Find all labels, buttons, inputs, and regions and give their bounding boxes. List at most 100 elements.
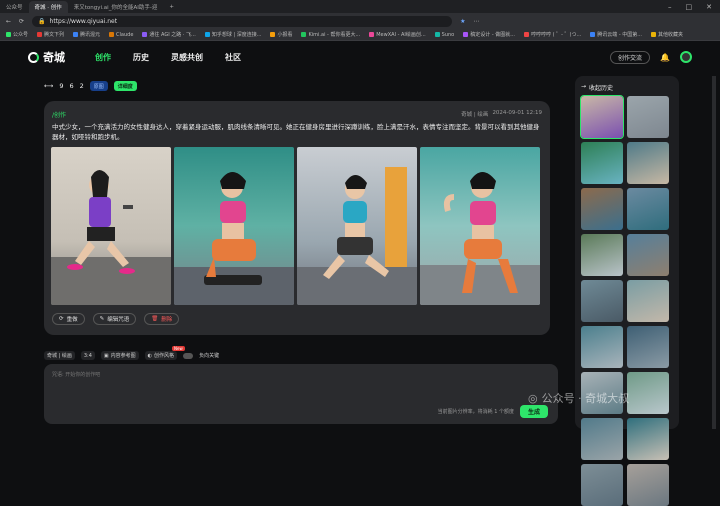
- history-thumbnail[interactable]: [627, 142, 669, 184]
- prompt-input-placeholder: 咒语: 开始你的创作吧: [52, 372, 101, 378]
- nav-create[interactable]: 创作: [95, 52, 111, 63]
- avatar[interactable]: [680, 51, 692, 63]
- generated-image-3[interactable]: [297, 147, 417, 305]
- prompt-text: 中式少女，一个充满活力的女性健身达人，穿着紧身运动服，肌肉线条清晰可见。她正在健…: [52, 123, 540, 141]
- history-thumbnail[interactable]: [581, 418, 623, 460]
- new-tab-button[interactable]: +: [163, 1, 180, 13]
- delete-button[interactable]: 🗑 删除: [144, 313, 180, 325]
- lock-icon: 🔒: [38, 17, 46, 25]
- content-reference-chip[interactable]: ▣ 内容参考图: [100, 351, 139, 360]
- history-thumbnail[interactable]: [581, 188, 623, 230]
- back-icon[interactable]: ←: [6, 18, 11, 25]
- history-thumbnail[interactable]: [627, 372, 669, 414]
- history-thumbnail[interactable]: [627, 96, 669, 138]
- browser-tab-3[interactable]: 来又tongyi.ai_你的全能AI助手-迎: [68, 1, 164, 13]
- bookmark-item[interactable]: 哼哼哼哼 ( ゜- ゜)つ...: [524, 31, 581, 38]
- tab-1-label: 公众号: [6, 4, 23, 11]
- history-thumbnail[interactable]: [627, 418, 669, 460]
- page-scrollbar[interactable]: [712, 76, 716, 429]
- bookmark-label: 其他收藏夹: [658, 32, 684, 38]
- history-thumbnail[interactable]: [581, 464, 623, 506]
- bookmark-item[interactable]: 通往 AGI 之路 · 飞...: [142, 31, 196, 38]
- nav-inspiration[interactable]: 灵感共创: [171, 52, 203, 63]
- bell-icon[interactable]: 🔔: [660, 53, 670, 62]
- card-actions: ⟳ 重做 ✎ 编辑咒语 🗑 删除: [52, 313, 180, 325]
- result-card: /创作 奇城 | 绘画 2024-09-01 12:19 中式少女，一个充满活力…: [44, 101, 550, 335]
- history-thumbnail[interactable]: [627, 188, 669, 230]
- bookmark-item[interactable]: 腾文下列: [37, 31, 64, 38]
- bookmark-favicon-icon: [270, 32, 276, 37]
- maximize-icon[interactable]: □: [686, 3, 693, 11]
- generate-button[interactable]: 生成: [520, 405, 548, 418]
- bookmark-favicon-icon: [369, 32, 375, 37]
- nav-history[interactable]: 历史: [133, 52, 149, 63]
- redo-button[interactable]: ⟳ 重做: [52, 313, 85, 325]
- history-thumbnail[interactable]: [627, 280, 669, 322]
- history-thumbnail[interactable]: [581, 234, 623, 276]
- history-thumbnail[interactable]: [581, 280, 623, 322]
- tag-original[interactable]: 原图: [89, 81, 108, 91]
- bookmark-item[interactable]: Kimi.ai - 帮你看更大...: [301, 31, 360, 38]
- prompt-composer[interactable]: 咒语: 开始你的创作吧 当前图片分辨率，将消耗 1 个额度 生成: [44, 364, 558, 424]
- extensions-icon[interactable]: ⋯: [473, 18, 479, 25]
- generated-image-2[interactable]: [174, 147, 294, 305]
- expand-icon[interactable]: ⟷: [44, 82, 53, 90]
- bookmark-item[interactable]: 腾讯混元: [73, 31, 100, 38]
- refresh-icon[interactable]: ⟳: [19, 18, 24, 25]
- cost-hint: 当前图片分辨率，将消耗 1 个额度: [437, 409, 514, 415]
- site-logo[interactable]: 奇城: [28, 49, 65, 65]
- history-thumbnail[interactable]: [627, 234, 669, 276]
- generated-image-4[interactable]: [420, 147, 540, 305]
- star-icon[interactable]: ★: [460, 18, 465, 25]
- arrow-right-icon: →: [581, 83, 587, 90]
- ratio-selector[interactable]: 3:4: [80, 351, 95, 360]
- edit-prompt-label: 编辑咒语: [107, 317, 130, 323]
- bookmark-label: 腾讯云端 - 中国第...: [597, 32, 643, 38]
- bookmark-item[interactable]: 小报看: [270, 31, 292, 38]
- negative-toggle[interactable]: [183, 352, 194, 359]
- bookmark-item[interactable]: 稿定设计 - 做图就...: [463, 31, 515, 38]
- figure-4-art: [420, 172, 540, 305]
- history-title-label: 收起历史: [589, 85, 614, 92]
- nav-community[interactable]: 社区: [225, 52, 241, 63]
- tag-detail[interactable]: 详细度: [113, 81, 137, 91]
- bookmark-label: 通往 AGI 之路 · 飞...: [149, 32, 196, 38]
- header-actions: 创作交流 🔔: [610, 50, 692, 64]
- bookmark-favicon-icon: [524, 32, 530, 37]
- model-selector[interactable]: 奇城 | 绘画: [44, 351, 75, 360]
- browser-tab-2[interactable]: 奇城 · 创作: [28, 0, 68, 13]
- history-thumbnail[interactable]: [627, 326, 669, 368]
- browser-tabbar: 公众号 奇城 · 创作 来又tongyi.ai_你的全能AI助手-迎 + – □…: [0, 0, 720, 13]
- browser-tab-1[interactable]: 公众号: [0, 1, 29, 13]
- bookmark-item[interactable]: 其他收藏夹: [651, 31, 683, 38]
- figure-3-art: [297, 167, 417, 305]
- bookmark-favicon-icon: [73, 32, 79, 37]
- bookmark-item[interactable]: 知乎想球 | 深度连接...: [204, 31, 261, 38]
- history-thumbnail[interactable]: [581, 326, 623, 368]
- trash-icon: 🗑: [151, 316, 159, 322]
- bookmark-item[interactable]: 公众号: [6, 31, 28, 38]
- logo-text: 奇城: [43, 51, 65, 64]
- history-thumbnail[interactable]: [580, 95, 624, 139]
- exchange-button[interactable]: 创作交流: [610, 50, 651, 64]
- edit-prompt-button[interactable]: ✎ 编辑咒语: [92, 313, 137, 325]
- bookmark-item[interactable]: Suno: [434, 31, 455, 38]
- bookmark-item[interactable]: MewXAI - AI绘画创...: [369, 31, 426, 38]
- bookmark-label: Suno: [441, 31, 455, 38]
- bookmark-label: 稿定设计 - 做图就...: [470, 32, 516, 38]
- tab-2-label: 奇城 · 创作: [34, 4, 62, 11]
- bookmark-item[interactable]: Claude: [109, 32, 133, 38]
- bookmark-item[interactable]: 腾讯云端 - 中国第...: [590, 31, 642, 38]
- composer-footer: 当前图片分辨率，将消耗 1 个额度 生成: [438, 405, 548, 418]
- minimize-icon[interactable]: –: [668, 3, 672, 11]
- style-chip[interactable]: ◐ 创作风格: [144, 351, 178, 360]
- palette-icon: ◐: [147, 352, 153, 359]
- image-grid: [51, 147, 540, 305]
- window-controls: – □ ✕: [668, 3, 720, 11]
- url-field[interactable]: 🔒 https://www.qiyuai.net: [32, 15, 453, 27]
- close-icon[interactable]: ✕: [706, 3, 712, 11]
- history-thumbnail[interactable]: [627, 464, 669, 506]
- generated-image-1[interactable]: [51, 147, 171, 305]
- history-toggle[interactable]: → 收起历史: [581, 83, 613, 92]
- history-thumbnail[interactable]: [581, 142, 623, 184]
